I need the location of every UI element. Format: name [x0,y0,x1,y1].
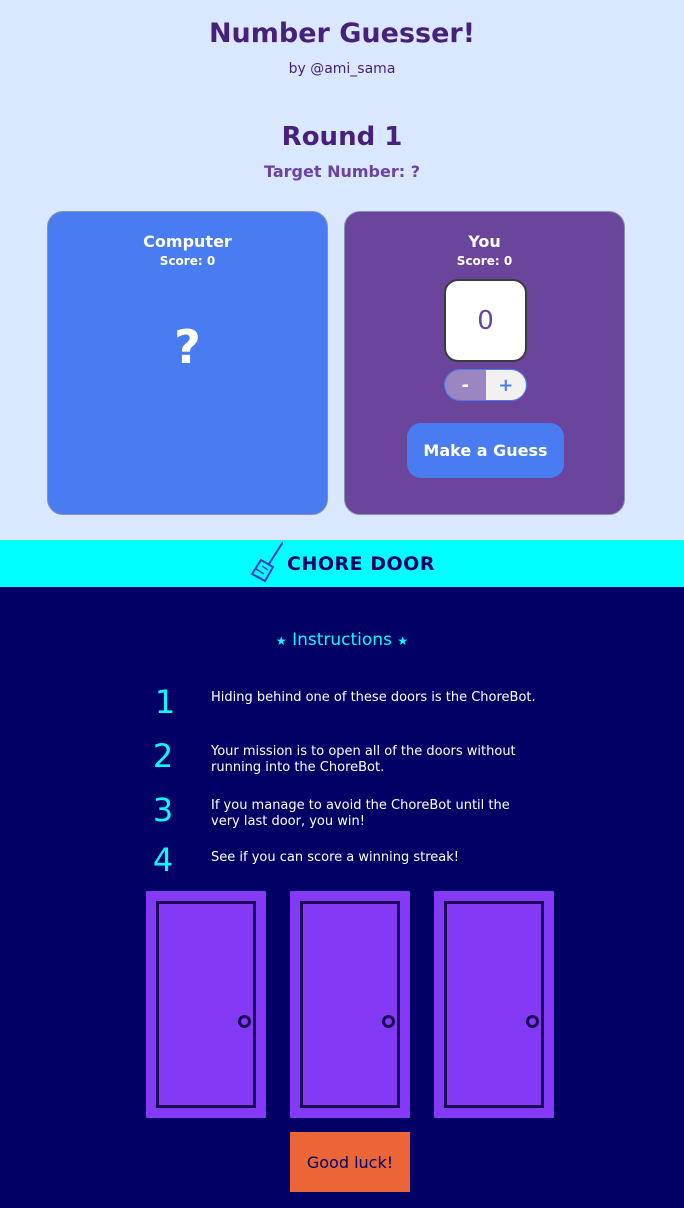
instruction-number: 3 [152,791,174,829]
broom-icon [249,540,284,588]
door-panel [156,901,256,1108]
target-value: ? [410,162,420,181]
you-card: You Score: 0 0 - + Make a Guess [344,211,625,515]
user-guess-input[interactable]: 0 [444,279,527,362]
number-guesser-section: Number Guesser! by @ami_sama Round 1 Tar… [0,0,684,540]
make-guess-button[interactable]: Make a Guess [407,423,564,478]
chore-door-title: CHORE DOOR [287,552,435,575]
start-button[interactable]: Good luck! [290,1132,410,1192]
door-knob-icon [526,1015,539,1028]
door-panel [444,901,544,1108]
door-knob-icon [382,1015,395,1028]
app-title: Number Guesser! [208,18,476,49]
instruction-number: 1 [154,683,176,721]
computer-name: Computer [143,232,232,251]
you-name: You [468,232,501,251]
chore-door-header: CHORE DOOR [0,540,684,587]
target-number: Target Number: ? [0,162,684,181]
computer-score-value: 0 [206,254,216,268]
computer-card: Computer Score: 0 ? [47,211,328,515]
add-button[interactable]: + [485,370,526,400]
you-score-value: 0 [503,254,513,268]
author-credit: by @ami_sama [288,61,396,77]
instruction-text: Your mission is to open all of the doors… [211,744,516,775]
instructions-heading: ★ Instructions ★ [0,630,684,650]
instruction-text: See if you can score a winning streak! [211,850,459,865]
instruction-text: If you manage to avoid the ChoreBot unti… [211,798,510,829]
computer-guess: ? [174,320,201,374]
instruction-number: 4 [152,841,174,879]
door-2[interactable] [290,891,410,1118]
you-score: Score: 0 [345,254,624,268]
guess-stepper: - + [444,369,527,401]
computer-score-label: Score: [159,254,203,268]
computer-score: Score: 0 [48,254,327,268]
door-knob-icon [238,1015,251,1028]
you-score-label: Score: [456,254,500,268]
door-panel [300,901,400,1108]
instructions-title: Instructions [292,630,392,650]
subtract-button[interactable]: - [445,370,486,400]
round-label: Round 1 [281,122,403,152]
instruction-text: Hiding behind one of these doors is the … [211,690,536,705]
door-1[interactable] [146,891,266,1118]
star-icon: ★ [275,634,287,648]
instruction-number: 2 [152,737,174,775]
star-icon: ★ [397,634,409,648]
target-label: Target Number: [264,162,406,181]
chore-door-section: ★ Instructions ★ 1 Hiding behind one of … [0,587,684,1208]
door-3[interactable] [434,891,554,1118]
